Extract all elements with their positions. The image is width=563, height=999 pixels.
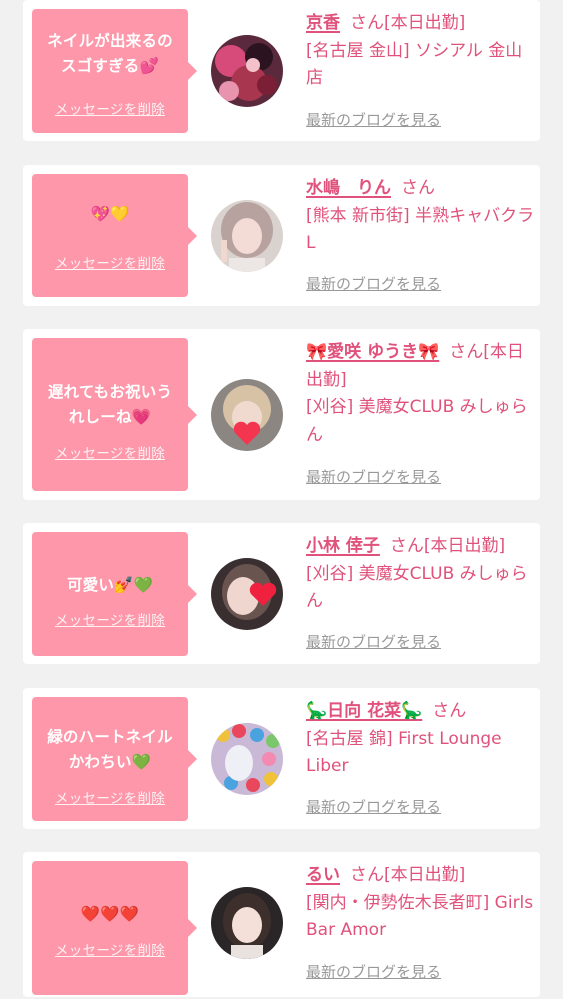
latest-blog-link[interactable]: 最新のブログを見る	[306, 631, 441, 652]
avatar[interactable]	[211, 723, 283, 795]
avatar[interactable]	[211, 379, 283, 451]
avatar-photo	[211, 200, 283, 272]
message-bubble: 💖💛 メッセージを削除	[32, 174, 197, 297]
profile-name-link[interactable]: るい	[306, 865, 340, 885]
shop-name: [関内・伊勢佐木長者町] Girls Bar Amor	[306, 892, 534, 941]
profile-info: 水嶋 りん さん [熊本 新市街] 半熟キャバクラ L	[306, 175, 538, 258]
message-bubble: ネイルが出来るの スゴすぎる💕 メッセージを削除	[32, 9, 197, 133]
message-card: 可愛い💅💚 メッセージを削除 小林 倖子 さん[本日出勤] [刈谷] 美魔女CLU…	[23, 523, 540, 664]
profile-name-link[interactable]: 🦕日向 花菜🦕	[306, 701, 422, 721]
avatar[interactable]	[211, 558, 283, 630]
message-text: ネイルが出来るの スゴすぎる💕	[47, 32, 173, 75]
honorific: さん	[401, 178, 435, 198]
delete-message-link[interactable]: メッセージを削除	[32, 939, 188, 959]
shop-name: [名古屋 錦] First Lounge Liber	[306, 728, 502, 777]
shop-name: [熊本 新市街] 半熟キャバクラ L	[306, 205, 535, 254]
shop-name: [刈谷] 美魔女CLUB みしゅらん	[306, 563, 528, 612]
message-text: 可愛い💅💚	[66, 576, 154, 594]
message-card: 💖💛 メッセージを削除 水嶋 りん さん [熊本 新市街] 半熟キャバクラ L 最…	[23, 165, 540, 306]
on-duty-badge: [本日出勤]	[384, 865, 466, 885]
honorific: さん	[449, 342, 484, 362]
message-text: 💖💛	[90, 205, 130, 223]
delete-message-link[interactable]: メッセージを削除	[32, 442, 188, 462]
on-duty-badge: [本日出勤]	[384, 13, 466, 33]
profile-name-link[interactable]: 🎀愛咲 ゆうき🎀	[306, 342, 439, 362]
shop-name: [刈谷] 美魔女CLUB みしゅらん	[306, 397, 528, 445]
honorific: さん	[432, 701, 467, 721]
honorific: さん	[350, 865, 384, 885]
delete-message-link[interactable]: メッセージを削除	[32, 98, 188, 118]
avatar-photo	[211, 35, 283, 107]
honorific: さん	[389, 536, 424, 556]
message-text: ❤️❤️❤️	[80, 905, 140, 923]
profile-name-link[interactable]: 小林 倖子	[306, 536, 380, 556]
message-list: ネイルが出来るの スゴすぎる💕 メッセージを削除 京香 さん[本日出勤] [名古屋…	[0, 0, 563, 999]
delete-message-link[interactable]: メッセージを削除	[32, 609, 188, 629]
avatar-photo	[211, 723, 283, 795]
message-bubble: 遅れてもお祝いう れしーね💗 メッセージを削除	[32, 338, 197, 491]
profile-info: 小林 倖子 さん[本日出勤] [刈谷] 美魔女CLUB みしゅらん	[306, 533, 538, 616]
avatar[interactable]	[211, 35, 283, 107]
profile-name-link[interactable]: 京香	[306, 13, 340, 33]
message-card: 緑のハートネイル かわちい💚 メッセージを削除 🦕日向 花菜🦕 さん [名古屋 錦…	[23, 688, 540, 829]
latest-blog-link[interactable]: 最新のブログを見る	[306, 109, 441, 130]
message-card: 遅れてもお祝いう れしーね💗 メッセージを削除 🎀愛咲 ゆうき🎀 さん[本日出勤]…	[23, 329, 540, 500]
message-bubble: 可愛い💅💚 メッセージを削除	[32, 532, 197, 656]
message-card: ネイルが出来るの スゴすぎる💕 メッセージを削除 京香 さん[本日出勤] [名古屋…	[23, 0, 540, 141]
on-duty-badge: [本日出勤]	[423, 536, 506, 556]
profile-info: 🦕日向 花菜🦕 さん [名古屋 錦] First Lounge Liber	[306, 698, 538, 781]
avatar[interactable]	[211, 200, 283, 272]
profile-info: 京香 さん[本日出勤] [名古屋 金山] ソシアル 金山店	[306, 10, 538, 93]
profile-name-link[interactable]: 水嶋 りん	[306, 178, 391, 198]
delete-message-link[interactable]: メッセージを削除	[32, 787, 188, 807]
latest-blog-link[interactable]: 最新のブログを見る	[306, 466, 441, 487]
latest-blog-link[interactable]: 最新のブログを見る	[306, 796, 441, 817]
avatar-photo	[211, 887, 283, 959]
shop-name: [名古屋 金山] ソシアル 金山店	[306, 40, 523, 89]
avatar-photo	[211, 379, 283, 451]
delete-message-link[interactable]: メッセージを削除	[32, 252, 188, 272]
message-card: ❤️❤️❤️ メッセージを削除 るい さん[本日出勤] [関内・伊勢佐木長者町] …	[23, 852, 540, 997]
honorific: さん	[350, 13, 384, 33]
message-bubble: 緑のハートネイル かわちい💚 メッセージを削除	[32, 697, 197, 821]
profile-info: るい さん[本日出勤] [関内・伊勢佐木長者町] Girls Bar Amor	[306, 862, 538, 945]
message-bubble: ❤️❤️❤️ メッセージを削除	[32, 861, 197, 995]
avatar[interactable]	[211, 887, 283, 959]
message-text: 遅れてもお祝いう れしーね💗	[47, 383, 173, 426]
latest-blog-link[interactable]: 最新のブログを見る	[306, 273, 441, 294]
latest-blog-link[interactable]: 最新のブログを見る	[306, 961, 441, 982]
message-text: 緑のハートネイル かわちい💚	[47, 728, 173, 771]
profile-info: 🎀愛咲 ゆうき🎀 さん[本日出勤] [刈谷] 美魔女CLUB みしゅらん	[306, 339, 538, 449]
avatar-photo	[211, 558, 283, 630]
